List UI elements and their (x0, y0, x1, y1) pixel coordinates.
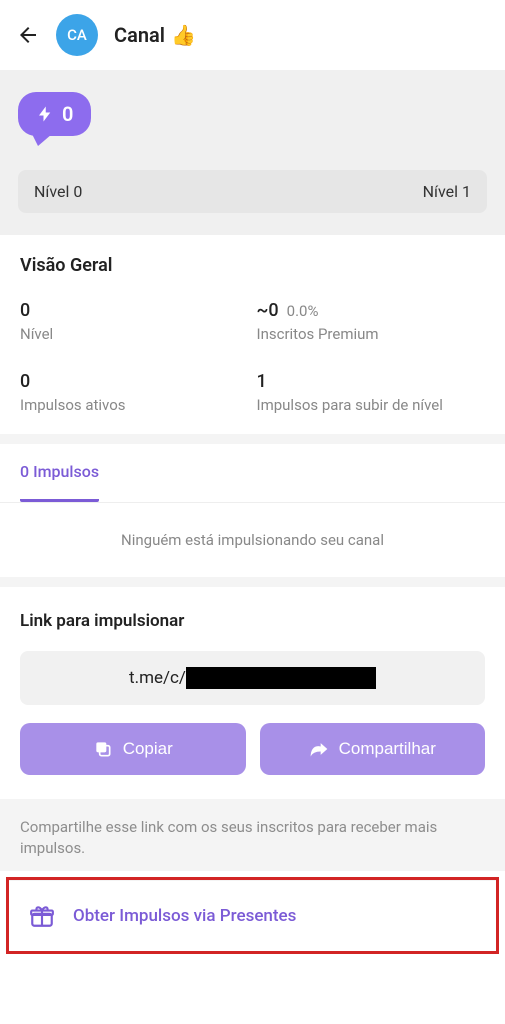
bolt-icon (36, 103, 54, 125)
stat-premium-pct: 0.0% (287, 302, 319, 320)
level-next: Nível 1 (423, 182, 471, 201)
level-current: Nível 0 (34, 182, 82, 201)
share-hint: Compartilhe esse link com os seus inscri… (0, 799, 505, 871)
copy-button-label: Copiar (123, 739, 173, 759)
boost-link-section: Link para impulsionar t.me/c/ Copiar Com… (0, 587, 505, 799)
arrow-left-icon (16, 23, 40, 47)
header: CA Canal 👍 (0, 0, 505, 70)
stat-needed-boosts: 1 Impulsos para subir de nível (257, 371, 486, 414)
stat-active-label: Impulsos ativos (20, 396, 249, 414)
tab-boosts[interactable]: 0 Impulsos (20, 444, 99, 502)
avatar-initials: CA (67, 26, 87, 44)
gift-boosts-label: Obter Impulsos via Presentes (73, 906, 296, 926)
highlight-box: Obter Impulsos via Presentes (6, 877, 499, 954)
empty-boosts-message: Ninguém está impulsionando seu canal (0, 503, 505, 577)
stat-premium: ~0 0.0% Inscritos Premium (257, 300, 486, 343)
stat-needed-label: Impulsos para subir de nível (257, 396, 486, 414)
copy-button[interactable]: Copiar (20, 723, 246, 775)
overview-title: Visão Geral (20, 255, 485, 276)
overview-section: Visão Geral 0 Nível ~0 0.0% Inscritos Pr… (0, 235, 505, 434)
tabs-bar: 0 Impulsos (0, 444, 505, 503)
boost-link-title: Link para impulsionar (20, 611, 485, 631)
share-icon (309, 739, 329, 759)
link-buttons: Copiar Compartilhar (20, 723, 485, 775)
thumbs-up-icon: 👍 (171, 23, 196, 47)
boost-count-badge: 0 (18, 92, 91, 136)
stat-level-label: Nível (20, 325, 249, 343)
boost-link-prefix: t.me/c/ (129, 668, 186, 688)
channel-title-text: Canal (114, 23, 165, 47)
boost-hero: 0 Nível 0 Nível 1 (0, 70, 505, 235)
boost-link-box[interactable]: t.me/c/ (20, 651, 485, 705)
boosts-tab-section: 0 Impulsos Ninguém está impulsionando se… (0, 444, 505, 577)
separator (0, 577, 505, 587)
stat-premium-label: Inscritos Premium (257, 325, 486, 343)
level-progress-bar: Nível 0 Nível 1 (18, 170, 487, 213)
stat-active-value: 0 (20, 371, 249, 392)
share-button[interactable]: Compartilhar (260, 723, 486, 775)
channel-avatar[interactable]: CA (56, 14, 98, 56)
stat-active-boosts: 0 Impulsos ativos (20, 371, 249, 414)
copy-icon (93, 739, 113, 759)
gift-icon (29, 903, 55, 929)
stat-needed-value: 1 (257, 371, 486, 392)
stat-premium-value: ~0 (257, 300, 279, 321)
back-button[interactable] (16, 23, 40, 47)
stat-level-value: 0 (20, 300, 249, 321)
stats-grid: 0 Nível ~0 0.0% Inscritos Premium 0 Impu… (20, 300, 485, 414)
channel-title[interactable]: Canal 👍 (114, 23, 196, 47)
boost-count-value: 0 (62, 102, 73, 126)
gift-boosts-row[interactable]: Obter Impulsos via Presentes (9, 880, 496, 951)
stat-level: 0 Nível (20, 300, 249, 343)
share-button-label: Compartilhar (339, 739, 436, 759)
separator (0, 434, 505, 444)
boost-link-redacted (186, 667, 376, 689)
